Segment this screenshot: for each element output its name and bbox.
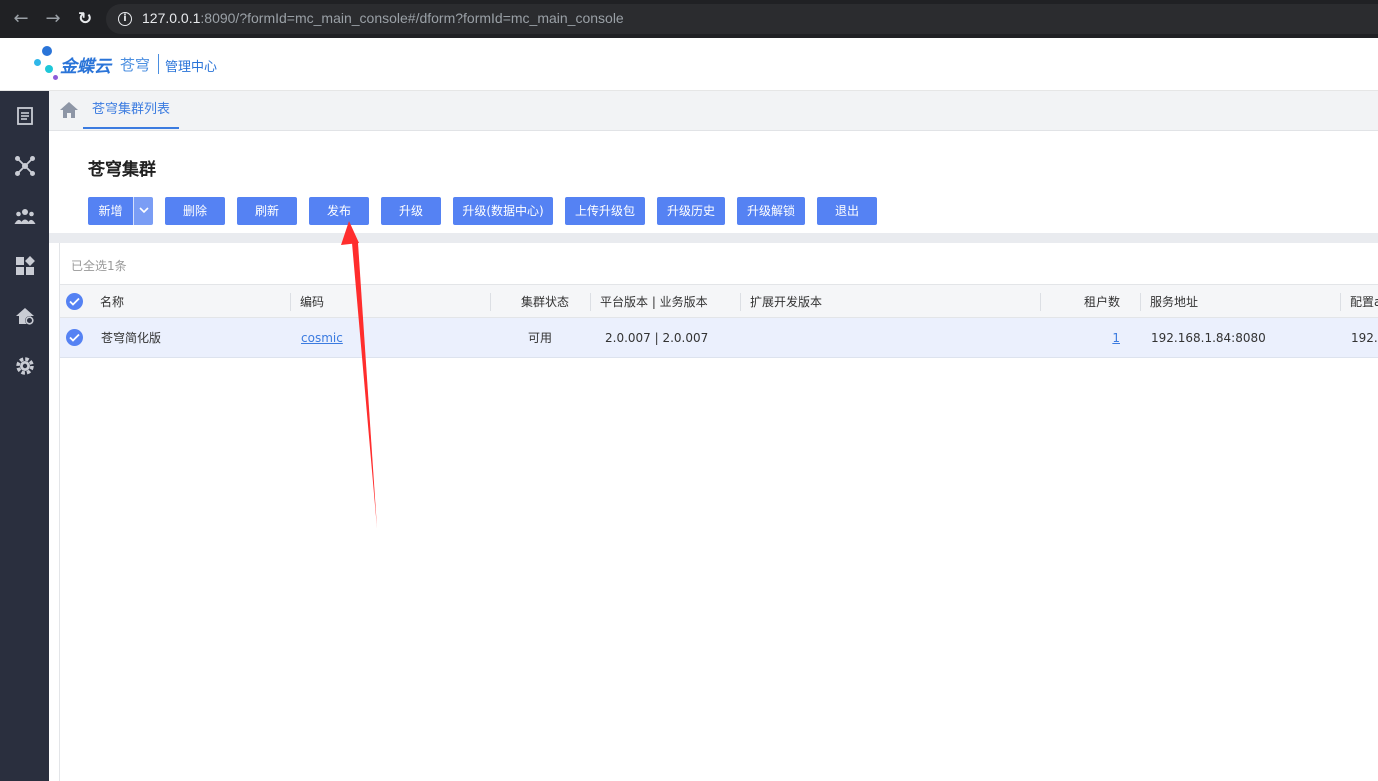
cell-version: 2.0.007 | 2.0.007 (605, 330, 709, 345)
row-checkbox[interactable] (66, 329, 83, 346)
cell-service-address: 192.168.1.84:8080 (1151, 330, 1266, 345)
forward-arrow-icon[interactable]: → (43, 9, 63, 29)
document-list-icon (16, 107, 33, 125)
logo-divider (158, 54, 159, 74)
header-status[interactable]: 集群状态 (500, 285, 590, 317)
url-path: :8090/?formId=mc_main_console#/dform?for… (200, 10, 624, 26)
page-title: 苍穹集群 (88, 160, 156, 180)
logo-dots-icon (33, 46, 58, 82)
cell-name: 苍穹简化版 (101, 331, 162, 345)
column-separator (1040, 293, 1041, 311)
upgrade-datacenter-button[interactable]: 升级(数据中心) (453, 197, 553, 225)
header-version[interactable]: 平台版本 | 业务版本 (600, 285, 740, 317)
sidebar-item-users[interactable] (0, 191, 49, 241)
cell-status: 可用 (527, 331, 552, 345)
cell-tenants-link[interactable]: 1 (1050, 318, 1120, 357)
sidebar-item-settings[interactable] (0, 341, 49, 391)
users-group-icon (14, 209, 35, 224)
header-tenants[interactable]: 租户数 (1050, 285, 1120, 317)
new-button[interactable]: 新增 (88, 197, 133, 225)
section-separator (49, 233, 1378, 243)
header-name[interactable]: 名称 (100, 285, 280, 317)
cluster-grid: 已全选1条 名称 编码 集群状态 平台版本 | 业务版本 扩展开发版本 租户数 … (59, 243, 1378, 781)
info-icon[interactable]: i (118, 12, 132, 26)
tab-cluster-list[interactable]: 苍穹集群列表 (83, 91, 180, 129)
header-ext-version[interactable]: 扩展开发版本 (750, 285, 1030, 317)
table-row[interactable]: 苍穹简化版 cosmic 可用 2.0.007 | 2.0.007 1 192.… (60, 318, 1378, 358)
brand-name: 金蝶云 (60, 57, 111, 77)
column-separator (490, 293, 491, 311)
cell-code-link[interactable]: cosmic (301, 318, 481, 357)
sidebar-item-cluster[interactable] (0, 141, 49, 191)
cell-ext-version (750, 318, 1030, 357)
apps-grid-icon (15, 256, 35, 275)
column-separator (1340, 293, 1341, 311)
upgrade-history-button[interactable]: 升级历史 (657, 197, 725, 225)
back-arrow-icon[interactable]: ← (11, 9, 31, 29)
upgrade-unlock-button[interactable]: 升级解锁 (737, 197, 805, 225)
upgrade-button[interactable]: 升级 (381, 197, 441, 225)
sidebar-item-tenant[interactable] (0, 291, 49, 341)
header-config[interactable]: 配置a (1350, 285, 1378, 317)
gear-icon (15, 357, 34, 375)
selection-info: 已全选1条 (71, 259, 127, 273)
column-separator (590, 293, 591, 311)
upload-package-button[interactable]: 上传升级包 (565, 197, 645, 225)
reload-icon[interactable]: ↻ (75, 9, 95, 29)
publish-button[interactable]: 发布 (309, 197, 369, 225)
sidebar-item-apps[interactable] (0, 241, 49, 291)
cell-config: 192.1 (1351, 330, 1378, 345)
column-separator (740, 293, 741, 311)
left-sidebar (0, 91, 49, 781)
check-icon (69, 333, 80, 342)
sidebar-item-documents[interactable] (0, 91, 49, 141)
chevron-down-icon (139, 207, 149, 214)
refresh-button[interactable]: 刷新 (237, 197, 297, 225)
exit-button[interactable]: 退出 (817, 197, 877, 225)
app-header: 金蝶云 苍穹 管理中心 (0, 38, 1378, 91)
header-service-address[interactable]: 服务地址 (1150, 285, 1330, 317)
console-name: 管理中心 (165, 60, 218, 75)
address-bar[interactable]: i 127.0.0.1:8090/?formId=mc_main_console… (106, 4, 1378, 34)
column-separator (1140, 293, 1141, 311)
browser-toolbar: ← → ↻ i 127.0.0.1:8090/?formId=mc_main_c… (0, 0, 1378, 38)
cluster-network-icon (14, 156, 35, 176)
url-host: 127.0.0.1 (142, 10, 201, 26)
check-icon (69, 297, 80, 306)
header-code[interactable]: 编码 (300, 285, 480, 317)
delete-button[interactable]: 删除 (165, 197, 225, 225)
grid-header: 名称 编码 集群状态 平台版本 | 业务版本 扩展开发版本 租户数 服务地址 配… (60, 284, 1378, 318)
url-text[interactable]: 127.0.0.1:8090/?formId=mc_main_console#/… (142, 10, 624, 26)
home-gear-icon (15, 308, 34, 325)
home-icon[interactable] (59, 101, 79, 119)
tab-strip: 苍穹集群列表 (49, 91, 1378, 131)
new-dropdown-button[interactable] (133, 197, 153, 225)
select-all-checkbox[interactable] (66, 293, 83, 310)
product-name: 苍穹 (120, 56, 151, 74)
column-separator (290, 293, 291, 311)
